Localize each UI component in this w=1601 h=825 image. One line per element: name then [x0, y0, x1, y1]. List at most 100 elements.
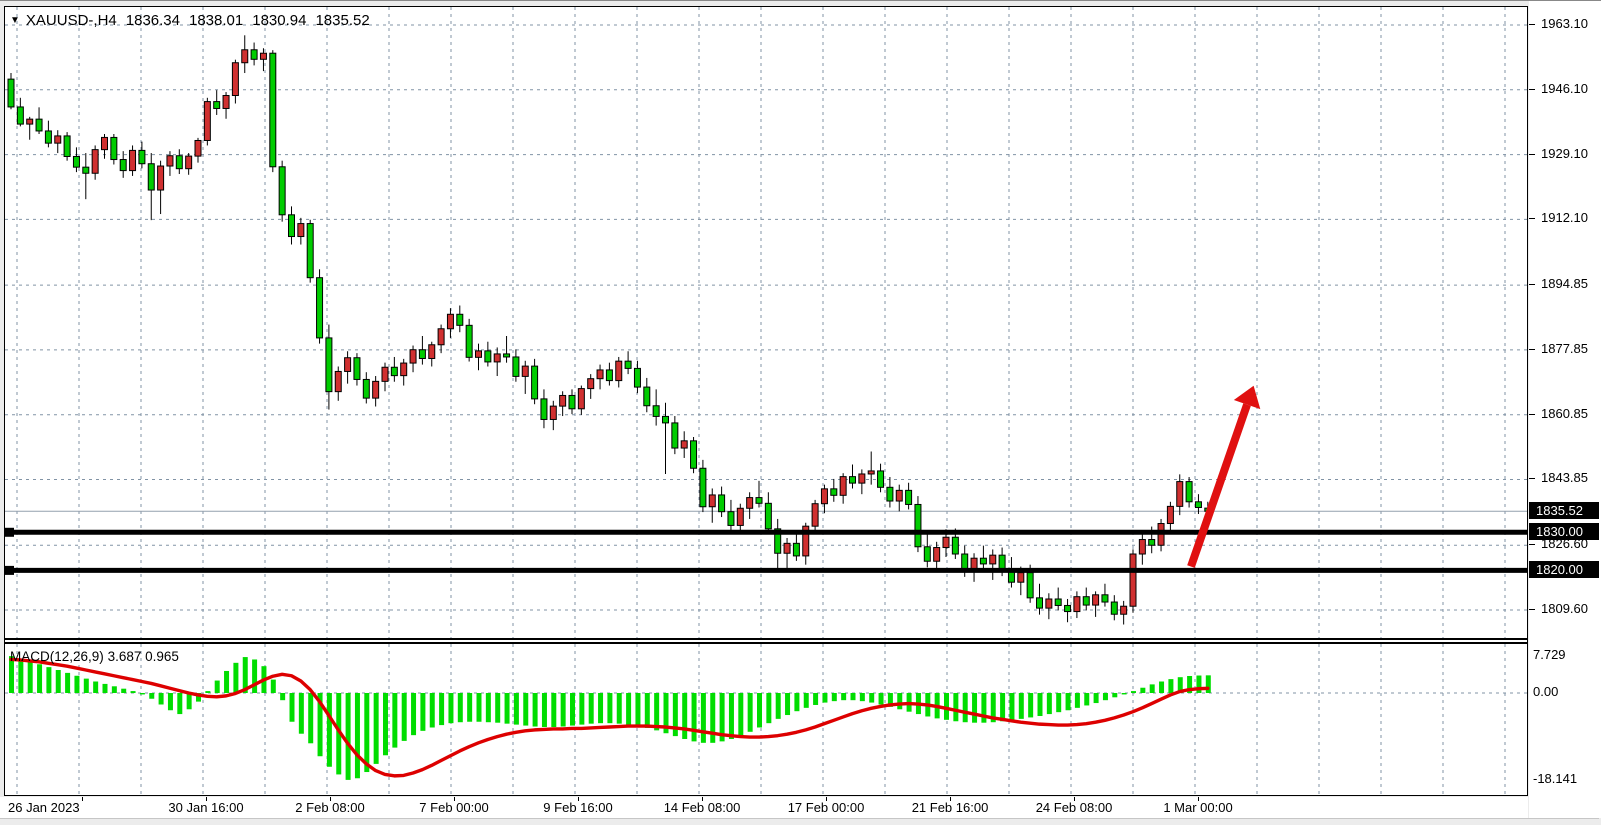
chart-header: ▼XAUUSD-,H41836.341838.011830.941835.52: [10, 12, 379, 29]
candle-bullish: [476, 351, 482, 357]
level-line-handle[interactable]: [5, 566, 14, 575]
macd-histogram-bar: [785, 693, 790, 715]
price-tick-label: 1929.10: [1541, 146, 1588, 162]
trend-arrow-shaft[interactable]: [1191, 405, 1247, 567]
candle-bullish: [1167, 506, 1173, 523]
macd-histogram-bar: [402, 693, 407, 741]
candle-bearish: [887, 487, 893, 501]
symbol-period-label: XAUUSD-,H4: [26, 12, 117, 29]
level-line-handle[interactable]: [5, 528, 14, 537]
macd-histogram-bar: [776, 693, 781, 719]
macd-histogram-bar: [953, 693, 958, 721]
candle-bullish: [934, 548, 940, 562]
macd-histogram-bar: [1112, 693, 1117, 697]
price-tick-label: 1877.85: [1541, 341, 1588, 357]
candles-group: [8, 35, 1211, 624]
price-tick-label: 1912.10: [1541, 210, 1588, 226]
candle-bearish: [326, 338, 332, 392]
candle-bullish: [167, 156, 173, 166]
macd-axis-label: 0.00: [1533, 684, 1558, 700]
candle-bearish: [120, 160, 126, 171]
price-tick-label: 1894.85: [1541, 276, 1588, 292]
candle-bullish: [709, 495, 715, 507]
time-label: 17 Feb 00:00: [788, 800, 865, 815]
candle-bullish: [1093, 595, 1099, 605]
time-label: 14 Feb 08:00: [664, 800, 741, 815]
candle-bullish: [821, 489, 827, 504]
price-tick-label: 1946.10: [1541, 81, 1588, 97]
candle-bearish: [148, 164, 154, 190]
macd-histogram-bar: [757, 693, 762, 727]
price-tick: [1529, 218, 1535, 219]
candle-bullish: [298, 224, 304, 237]
price-tick: [1529, 349, 1535, 350]
price-tick-label: 1860.85: [1541, 406, 1588, 422]
candle-bullish: [1046, 599, 1052, 608]
macd-histogram-bar: [682, 693, 687, 739]
price-axis[interactable]: 1963.10 1946.10 1929.10 1912.10 1894.85 1877.…: [1529, 1, 1601, 818]
macd-histogram-bar: [748, 693, 753, 732]
candle-bullish: [812, 504, 818, 526]
macd-histogram-bar: [626, 693, 631, 725]
candle-bullish: [438, 329, 444, 345]
candle-bearish: [980, 558, 986, 564]
macd-histogram-bar: [570, 693, 575, 726]
time-axis[interactable]: 26 Jan 202330 Jan 16:002 Feb 08:007 Feb …: [0, 797, 1528, 818]
candle-bearish: [700, 468, 706, 506]
macd-histogram-bar: [233, 663, 238, 693]
macd-histogram-bar: [551, 693, 556, 727]
candle-bullish: [868, 471, 874, 474]
price-tick-label: 1963.10: [1541, 16, 1588, 32]
macd-histogram-bar: [271, 680, 276, 693]
candle-bearish: [625, 361, 631, 368]
candle-bullish: [990, 555, 996, 564]
macd-histogram-bar: [392, 693, 397, 748]
level-price-badge: 1820.00: [1529, 561, 1599, 578]
macd-histogram-bar: [832, 693, 837, 701]
price-tick: [1529, 154, 1535, 155]
candle-bearish: [513, 357, 519, 376]
candle-bearish: [541, 399, 547, 420]
pane-separator-top[interactable]: [5, 638, 1527, 640]
candle-bearish: [663, 416, 669, 422]
macd-histogram-bar: [1150, 684, 1155, 693]
macd-histogram-bar: [495, 693, 500, 723]
candle-bullish: [102, 137, 108, 149]
time-label: 1 Mar 00:00: [1163, 800, 1232, 815]
symbol-dropdown-icon[interactable]: ▼: [10, 15, 20, 26]
macd-histogram-bar: [514, 693, 519, 725]
level-price-badge: 1830.00: [1529, 523, 1599, 540]
price-tick: [1529, 89, 1535, 90]
macd-histogram-bar: [738, 693, 743, 736]
candle-bearish: [279, 167, 285, 215]
candle-bullish: [92, 150, 98, 174]
candle-bearish: [457, 314, 463, 325]
macd-histogram-bar: [1047, 693, 1052, 714]
candle-bearish: [73, 156, 79, 167]
candle-bullish: [943, 537, 949, 547]
macd-histogram-bar: [579, 693, 584, 725]
macd-histogram-bar: [439, 693, 444, 725]
candle-bearish: [569, 395, 575, 408]
macd-histogram-bar: [308, 693, 313, 743]
candle-bullish: [1130, 554, 1136, 606]
candle-bearish: [1037, 598, 1043, 608]
candle-bullish: [1139, 540, 1145, 554]
macd-indicator-label: MACD(12,26,9) 3.687 0.965: [10, 649, 179, 664]
candle-bearish: [793, 543, 799, 556]
macd-histogram-bar: [841, 693, 846, 700]
candle-bullish: [1121, 606, 1127, 614]
candle-bearish: [915, 504, 921, 546]
candle-bearish: [45, 131, 51, 143]
pane-separator-bottom[interactable]: [5, 642, 1527, 644]
candle-bullish: [681, 441, 687, 448]
macd-histogram-bar: [1168, 679, 1173, 693]
chart-plot-area[interactable]: [5, 7, 1527, 795]
macd-histogram: [9, 656, 1211, 780]
candle-bearish: [111, 137, 117, 159]
macd-histogram-bar: [897, 693, 902, 709]
candle-bearish: [504, 354, 510, 357]
candle-bearish: [17, 107, 23, 124]
macd-signal-value: 0.965: [145, 649, 179, 664]
macd-histogram-bar: [654, 693, 659, 730]
